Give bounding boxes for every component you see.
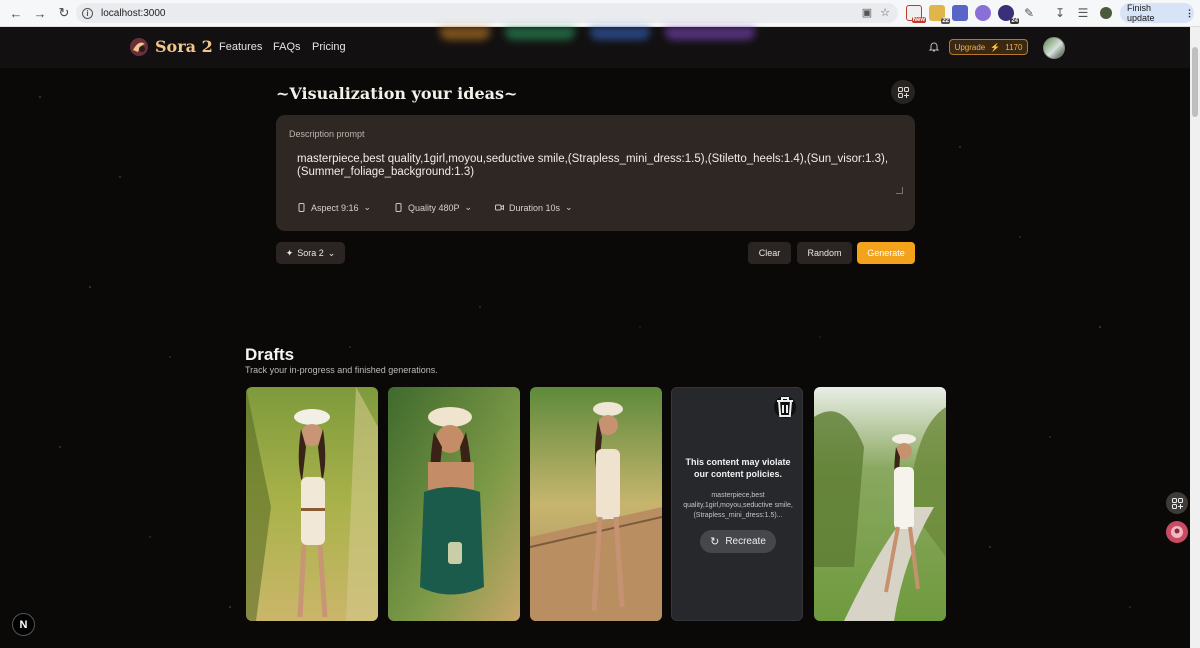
draft-card[interactable] (246, 387, 378, 621)
nav-faqs[interactable]: FAQs (273, 41, 301, 53)
prompt-label: Description prompt (289, 129, 365, 139)
upgrade-label: Upgrade (954, 42, 986, 52)
finish-update-button[interactable]: Finish update ⋮ (1120, 3, 1194, 23)
trash-icon (777, 397, 793, 417)
prompt-textarea[interactable]: masterpiece,best quality,1girl,moyou,sed… (297, 153, 897, 179)
page-scrollbar[interactable] (1190, 27, 1200, 648)
floating-apps-button[interactable] (1166, 492, 1188, 514)
draft-thumbnail (530, 387, 662, 621)
draft-thumbnail (814, 387, 946, 621)
lightning-icon: ⚡ (990, 42, 1001, 52)
templates-button[interactable] (891, 80, 915, 104)
url-text: localhost:3000 (101, 7, 166, 19)
quality-select[interactable]: Quality 480P ⌄ (394, 202, 472, 213)
drafts-subtitle: Track your in-progress and finished gene… (245, 365, 438, 375)
cloud-extension-icon[interactable]: 24 (998, 5, 1019, 24)
calendar-extension-icon[interactable]: New (906, 5, 926, 23)
recreate-label: Recreate (725, 536, 766, 547)
forward-icon[interactable]: → (30, 3, 50, 23)
phone-icon (298, 203, 305, 212)
draft-thumbnail (246, 387, 378, 621)
draft-card[interactable] (388, 387, 520, 621)
finish-update-label: Finish update (1127, 3, 1155, 23)
video-camera-icon (495, 204, 504, 211)
profile-avatar-icon[interactable] (1098, 5, 1114, 21)
random-button[interactable]: Random (797, 242, 852, 264)
address-bar[interactable]: i localhost:3000 ▣ ☆ (76, 3, 898, 23)
refresh-icon: ↻ (710, 536, 720, 548)
extensions-row: New 22 24 ✎ ↧ ☰ (906, 5, 1114, 24)
header-glow (505, 27, 575, 40)
drafts-heading: Drafts (245, 345, 295, 364)
header-glow (665, 27, 755, 40)
reload-icon[interactable]: ↻ (54, 3, 74, 23)
media-icon[interactable]: ☰ (1075, 5, 1091, 21)
quality-value: Quality 480P (408, 202, 460, 213)
brand-name[interactable]: Sora 2 (155, 37, 213, 56)
credits-count: 1170 (1005, 42, 1023, 52)
user-avatar[interactable] (1043, 37, 1065, 59)
floating-assistant-button[interactable] (1166, 521, 1188, 543)
extensions-puzzle-icon[interactable]: ✎ (1021, 5, 1037, 21)
bell-icon[interactable] (928, 41, 940, 53)
phone-icon (395, 203, 402, 212)
page-title: ~Visualization your ideas~ (276, 84, 518, 103)
chevron-down-icon: ⌄ (565, 202, 573, 212)
generate-button[interactable]: Generate (857, 242, 915, 264)
assistant-avatar-icon (1171, 526, 1183, 538)
sora-logo-icon[interactable] (128, 36, 150, 58)
header-glow (440, 27, 490, 40)
more-menu-icon[interactable]: ⋮ (1185, 8, 1194, 19)
site-header: Sora 2 Features FAQs Pricing Upgrade ⚡ 1… (0, 27, 1190, 68)
nav-features[interactable]: Features (219, 41, 262, 53)
browser-toolbar: ← → ↻ i localhost:3000 ▣ ☆ New 22 24 ✎ ↧… (0, 0, 1200, 27)
prompt-card: Description prompt masterpiece,best qual… (276, 115, 915, 231)
grid-plus-icon (1171, 497, 1183, 509)
duration-select[interactable]: Duration 10s ⌄ (495, 202, 573, 213)
chevron-down-icon: ⌄ (327, 247, 336, 258)
draft-thumbnail (388, 387, 520, 621)
grid-plus-icon (897, 86, 909, 98)
nav-pricing[interactable]: Pricing (312, 41, 346, 53)
model-selector[interactable]: ✦ Sora 2 ⌄ (276, 242, 345, 264)
shield-extension-icon[interactable] (975, 5, 991, 21)
aspect-select[interactable]: Aspect 9:16 ⌄ (297, 202, 371, 213)
site-info-icon[interactable]: i (82, 7, 93, 19)
chevron-down-icon: ⌄ (464, 202, 473, 212)
puzzle-extension-icon[interactable]: 22 (929, 5, 950, 24)
delete-button[interactable] (774, 396, 796, 418)
aspect-value: Aspect 9:16 (311, 202, 359, 213)
scrollbar-thumb[interactable] (1192, 47, 1198, 117)
chevron-down-icon: ⌄ (363, 202, 372, 212)
textarea-resize-handle[interactable] (896, 187, 903, 194)
next-dev-badge[interactable]: N (12, 613, 35, 636)
sparkle-icon: ✦ (285, 247, 294, 258)
draft-card[interactable] (814, 387, 946, 621)
clear-button[interactable]: Clear (748, 242, 791, 264)
duration-value: Duration 10s (509, 202, 561, 213)
draft-card[interactable] (530, 387, 662, 621)
recreate-button[interactable]: ↻ Recreate (700, 530, 776, 553)
back-icon[interactable]: ← (6, 3, 26, 23)
upgrade-button[interactable]: Upgrade ⚡ 1170 (949, 39, 1028, 55)
download-icon[interactable]: ↧ (1052, 5, 1068, 21)
draft-card-blocked: This content may violate our content pol… (671, 387, 803, 621)
translate-extension-icon[interactable] (952, 5, 968, 21)
blocked-prompt-text: masterpiece,best quality,1girl,moyou,sed… (683, 492, 793, 519)
header-glow (590, 27, 650, 40)
cast-icon[interactable]: ▣ (862, 6, 872, 19)
bookmark-star-icon[interactable]: ☆ (880, 6, 890, 19)
model-name: Sora 2 (297, 248, 324, 258)
policy-warning: This content may violate our content pol… (685, 457, 791, 479)
